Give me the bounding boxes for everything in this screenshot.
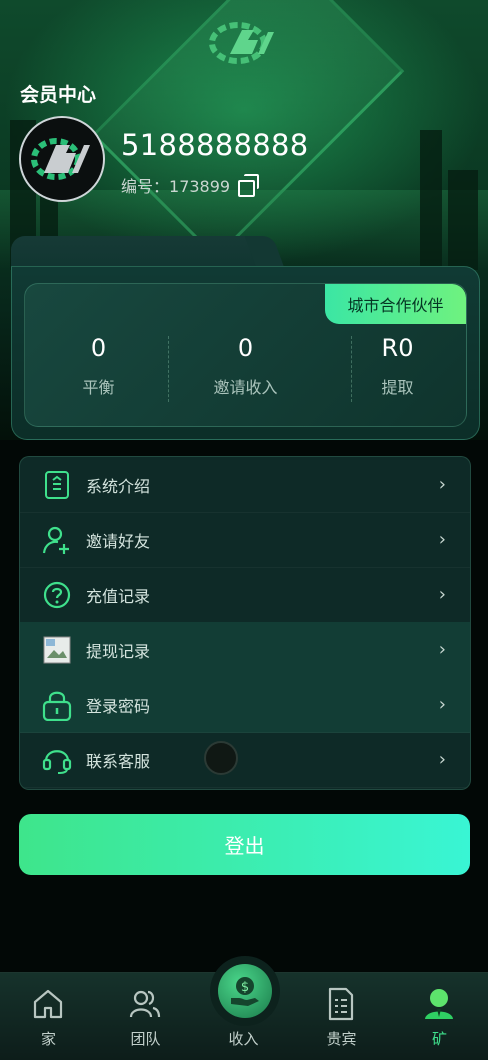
menu-item-recharge-records[interactable]: 充值记录 › bbox=[20, 567, 470, 623]
income-icon: $ bbox=[231, 977, 259, 1006]
avatar[interactable] bbox=[19, 116, 105, 202]
nav-label: 收入 bbox=[228, 1030, 259, 1048]
home-icon bbox=[33, 989, 63, 1019]
chevron-right-icon: › bbox=[438, 529, 446, 550]
document-icon bbox=[42, 470, 72, 500]
nav-label: 贵宾 bbox=[326, 1030, 357, 1048]
nav-item-home[interactable]: 家 bbox=[0, 973, 97, 1060]
nav-item-mine[interactable]: 矿 bbox=[391, 973, 488, 1060]
menu-item-withdraw-records[interactable]: 提现记录 › bbox=[20, 622, 470, 678]
brand-logo-icon bbox=[209, 22, 274, 64]
menu-item-invite-friends[interactable]: 邀请好友 › bbox=[20, 512, 470, 568]
chevron-right-icon: › bbox=[438, 584, 446, 605]
stats-card-body: 城市合作伙伴 0 平衡 0 邀请收入 R0 提取 bbox=[11, 266, 480, 440]
menu-item-label: 登录密码 bbox=[86, 696, 151, 716]
member-id-row: 编号：173899 bbox=[121, 173, 260, 197]
username: 5188888888 bbox=[121, 128, 309, 162]
stat-label: 平衡 bbox=[82, 378, 115, 397]
nav-item-team[interactable]: 团队 bbox=[97, 973, 194, 1060]
stat-value: 0 bbox=[237, 334, 254, 362]
add-user-icon bbox=[42, 525, 72, 555]
nav-item-vip[interactable]: 贵宾 bbox=[293, 973, 390, 1060]
menu-item-contact-support[interactable]: 联系客服 › bbox=[20, 732, 470, 788]
member-id-value: 173899 bbox=[169, 177, 231, 196]
svg-text:$: $ bbox=[241, 980, 249, 995]
chevron-right-icon: › bbox=[438, 749, 446, 770]
nav-label: 矿 bbox=[431, 1030, 447, 1048]
member-id-label: 编号： bbox=[121, 177, 170, 196]
vip-icon bbox=[328, 987, 354, 1021]
stat-value: 0 bbox=[90, 334, 107, 362]
income-center-button[interactable]: $ bbox=[210, 956, 280, 1026]
chevron-right-icon: › bbox=[438, 694, 446, 715]
lock-icon bbox=[42, 690, 72, 721]
menu-item-system-intro[interactable]: 系统介绍 › bbox=[20, 457, 470, 513]
chevron-right-icon: › bbox=[438, 474, 446, 495]
stat-invite-income: 0 邀请收入 bbox=[172, 334, 319, 398]
brand-logo-icon bbox=[31, 138, 90, 180]
question-icon bbox=[42, 580, 72, 610]
headset-icon bbox=[42, 745, 72, 775]
broken-image-icon bbox=[42, 635, 72, 665]
nav-label: 团队 bbox=[130, 1030, 161, 1048]
mine-icon bbox=[425, 989, 453, 1019]
page-title: 会员中心 bbox=[20, 84, 97, 106]
menu-item-label: 系统介绍 bbox=[86, 476, 151, 496]
menu-item-label: 邀请好友 bbox=[86, 531, 151, 551]
stat-withdraw: R0 提取 bbox=[324, 334, 466, 398]
logout-button[interactable]: 登出 bbox=[19, 814, 470, 875]
menu-item-label: 提现记录 bbox=[86, 641, 151, 661]
stat-balance: 0 平衡 bbox=[25, 334, 172, 398]
floating-assist-button[interactable] bbox=[204, 741, 238, 775]
menu-item-label: 联系客服 bbox=[86, 751, 151, 771]
stat-label: 邀请收入 bbox=[213, 378, 278, 397]
nav-label: 家 bbox=[40, 1030, 56, 1048]
team-icon bbox=[129, 990, 161, 1018]
chevron-right-icon: › bbox=[438, 639, 446, 660]
menu-item-label: 充值记录 bbox=[86, 586, 151, 606]
copy-icon[interactable] bbox=[238, 174, 260, 197]
menu-item-login-password[interactable]: 登录密码 › bbox=[20, 677, 470, 733]
stat-value: R0 bbox=[381, 334, 414, 362]
stat-divider bbox=[168, 336, 169, 402]
stats-card: 城市合作伙伴 0 平衡 0 邀请收入 R0 提取 bbox=[11, 236, 480, 440]
menu-list: 系统介绍 › 邀请好友 › 充值记录 › 提现记录 › 登录密码 › 联系客服 … bbox=[19, 456, 471, 790]
stat-label: 提取 bbox=[381, 378, 414, 397]
partner-badge: 城市合作伙伴 bbox=[325, 284, 466, 324]
stats-panel: 城市合作伙伴 0 平衡 0 邀请收入 R0 提取 bbox=[24, 283, 467, 427]
